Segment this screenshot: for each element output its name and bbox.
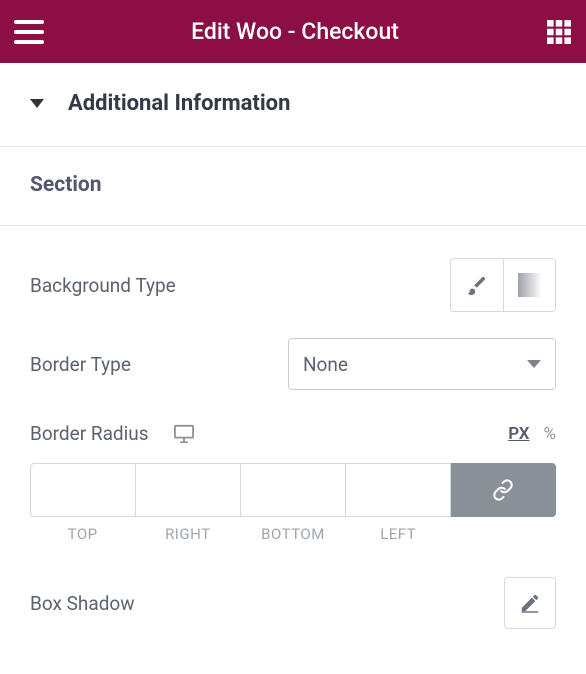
gradient-icon (518, 273, 542, 297)
side-label-left: LEFT (346, 525, 451, 543)
chevron-down-icon (527, 360, 541, 368)
brush-icon (466, 274, 488, 296)
border-radius-side-labels: TOP RIGHT BOTTOM LEFT (0, 517, 586, 555)
border-radius-top-input[interactable] (31, 464, 135, 516)
border-radius-bottom-input[interactable] (241, 464, 345, 516)
unit-px[interactable]: PX (508, 424, 529, 444)
background-type-row: Background Type (0, 226, 586, 316)
border-radius-left-input[interactable] (346, 464, 450, 516)
menu-icon[interactable] (14, 20, 44, 44)
border-type-label: Border Type (30, 353, 131, 376)
border-radius-inputs (0, 455, 586, 517)
accordion-title: Additional Information (68, 91, 290, 116)
background-type-buttons (450, 258, 556, 312)
desktop-icon[interactable] (173, 424, 195, 444)
subsection-heading: Section (0, 147, 586, 226)
background-type-label: Background Type (30, 274, 176, 297)
border-radius-header: Border Radius PX % (0, 394, 586, 455)
section-accordion-header[interactable]: Additional Information (0, 63, 586, 147)
box-shadow-edit-button[interactable] (504, 577, 556, 629)
editor-header: Edit Woo - Checkout (0, 0, 586, 63)
side-label-right: RIGHT (135, 525, 240, 543)
link-icon (492, 479, 514, 501)
border-type-select[interactable]: None (288, 338, 556, 390)
box-shadow-row: Box Shadow (0, 555, 586, 659)
background-gradient-button[interactable] (503, 259, 555, 311)
pencil-icon (519, 592, 541, 614)
page-title: Edit Woo - Checkout (44, 18, 546, 45)
border-type-value: None (303, 353, 348, 376)
side-label-bottom: BOTTOM (240, 525, 345, 543)
side-label-top: TOP (30, 525, 135, 543)
border-radius-label: Border Radius (30, 422, 149, 445)
link-values-button[interactable] (451, 463, 556, 517)
border-radius-right-input[interactable] (136, 464, 240, 516)
background-classic-button[interactable] (451, 259, 503, 311)
border-type-row: Border Type None (0, 316, 586, 394)
unit-percent[interactable]: % (544, 424, 556, 444)
apps-icon[interactable] (546, 19, 572, 45)
chevron-down-icon (30, 99, 44, 108)
box-shadow-label: Box Shadow (30, 592, 135, 615)
